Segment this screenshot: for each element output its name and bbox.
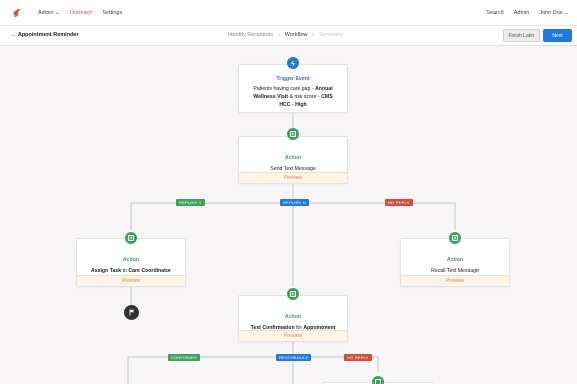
action-title: Action — [284, 155, 302, 161]
preview-button[interactable]: Preview — [401, 275, 509, 286]
action-title: Action — [122, 257, 140, 263]
action-card-text-confirmation[interactable]: Action Text Confirmation for Appointment… — [238, 295, 348, 342]
trigger-title: Trigger Event — [276, 76, 310, 82]
message-icon — [125, 232, 137, 244]
action-title: Action — [446, 257, 464, 263]
message-icon — [287, 128, 299, 140]
trigger-bolt-icon — [287, 57, 299, 69]
branch-badge-no-reply-2: NO REPLY — [344, 354, 372, 361]
message-icon — [449, 232, 461, 244]
preview-button[interactable]: Preview — [239, 172, 347, 183]
branch-badge-no-reply: NO REPLY — [385, 199, 413, 206]
preview-button[interactable]: Preview — [239, 330, 347, 341]
action-card-assign-task[interactable]: Action Assign Task to Care Coordinator P… — [76, 238, 186, 287]
end-flag-icon[interactable] — [124, 305, 139, 320]
branch-badge-replied-n: REPLIED N — [280, 199, 309, 206]
branch-badge-replied-y: REPLIED Y — [176, 199, 205, 206]
branch-badge-confirmed: CONFIRMED — [168, 354, 201, 361]
action-card-recall-text[interactable]: Action Recall Text Message Preview — [400, 238, 510, 287]
branch-badge-reschedule: RESCHEDULE — [276, 354, 312, 361]
trigger-description: Patients having care gap - Annual Wellne… — [253, 86, 333, 108]
trigger-event-card[interactable]: Trigger Event Patients having care gap -… — [238, 64, 348, 113]
preview-button[interactable]: Preview — [77, 275, 185, 286]
message-icon — [287, 288, 299, 300]
action-card-send-text[interactable]: Action Send Text Message Preview — [238, 136, 348, 184]
action-title: Action — [284, 314, 302, 320]
message-icon — [372, 376, 384, 384]
